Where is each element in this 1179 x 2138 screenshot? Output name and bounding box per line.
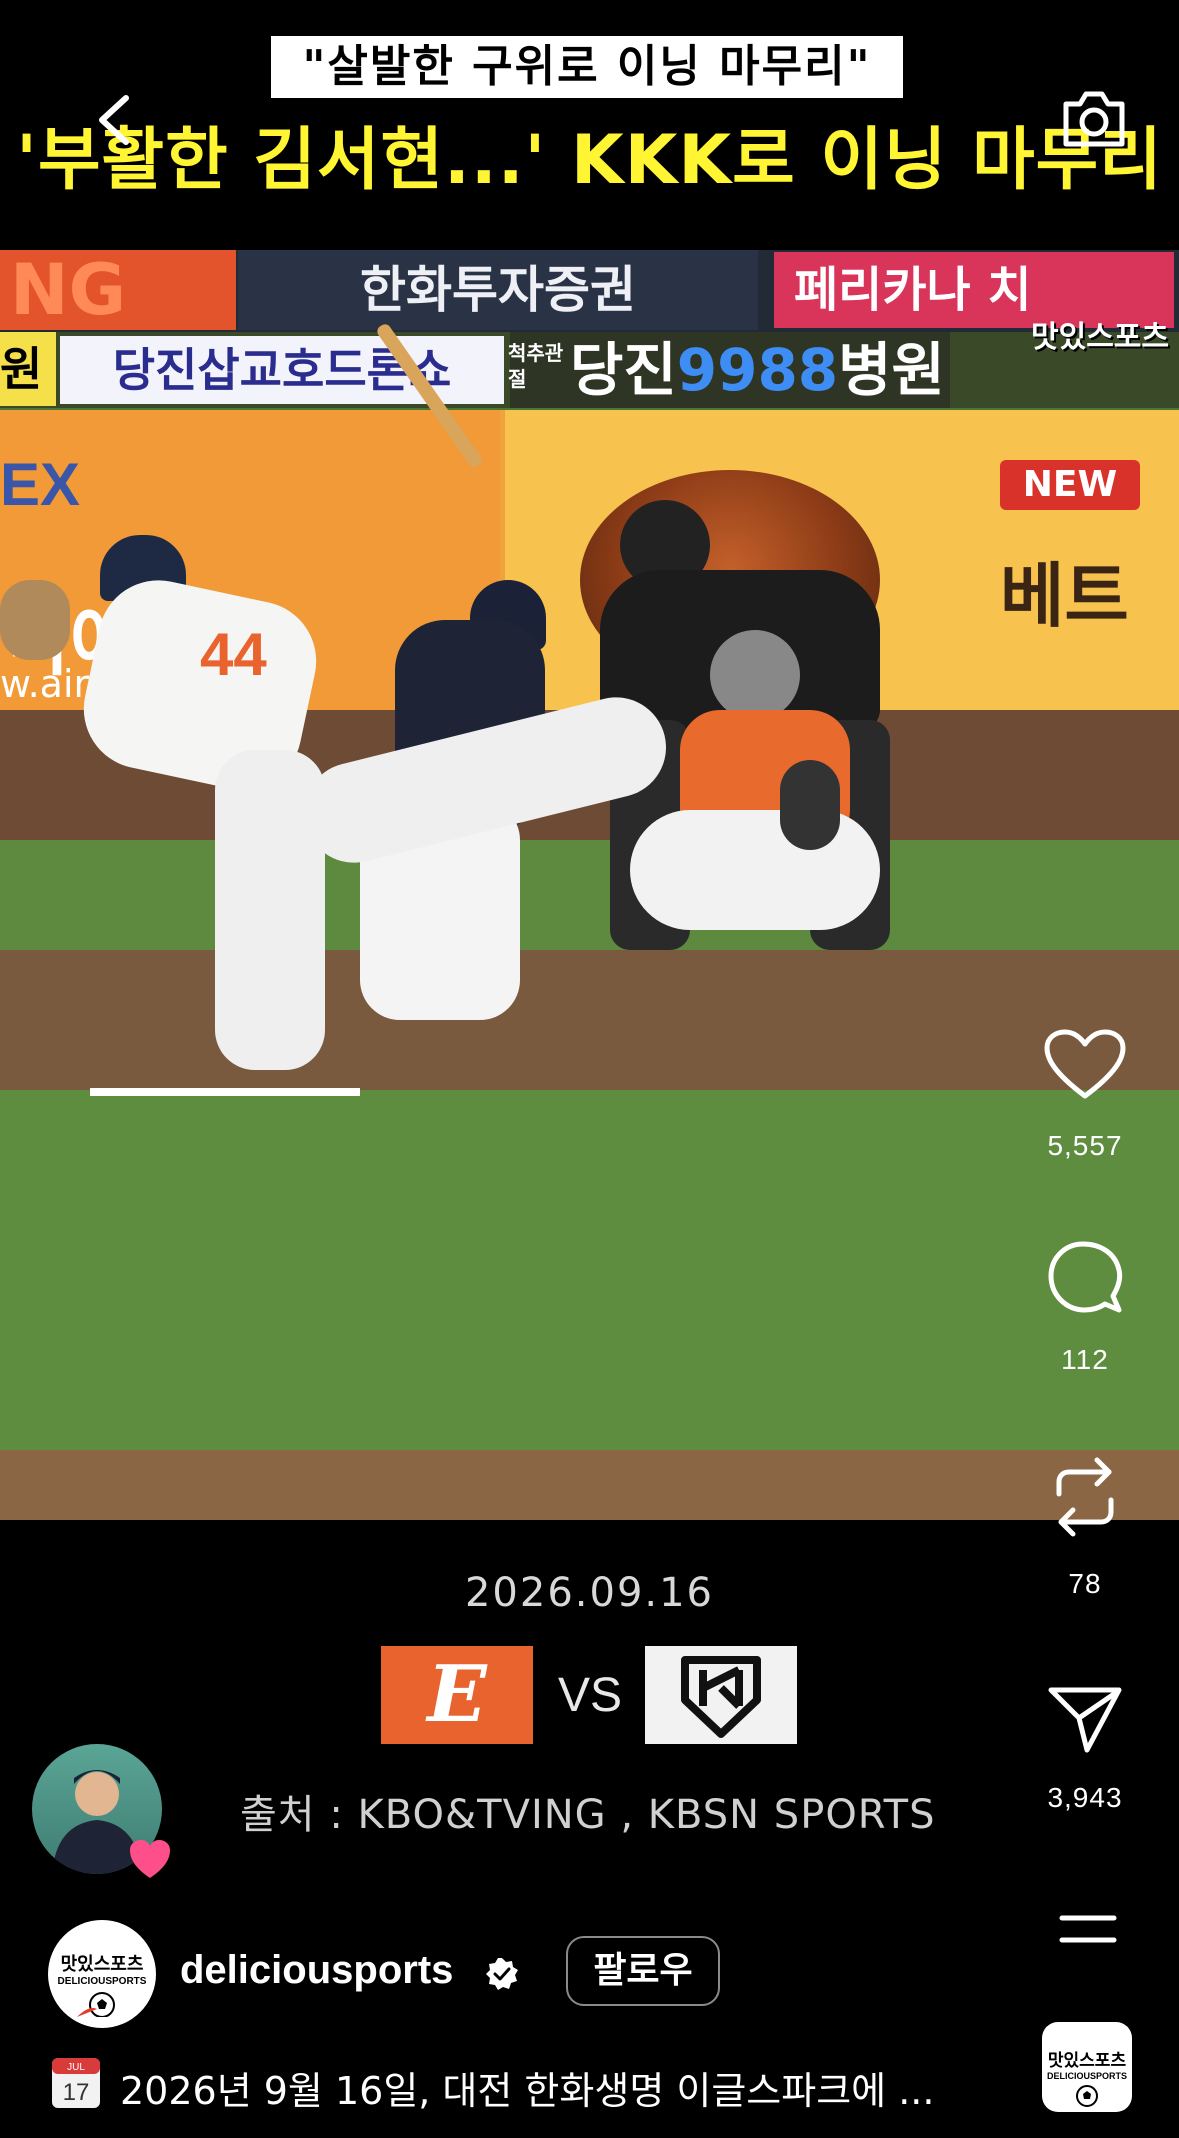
video-source-credit: 출처 : KBO&TVING , KBSN SPORTS: [240, 1792, 936, 1838]
stadium-banner-left: NG: [0, 250, 236, 330]
profile-picture-name: 맛있스포츠: [60, 1954, 144, 1975]
like-count: 5,557: [1047, 1130, 1123, 1161]
audio-thumbnail-name: 맛있스포츠: [1047, 2051, 1127, 2071]
soccer-ball-icon: [77, 1992, 115, 2018]
calendar-month: JUL: [67, 2062, 85, 2073]
video-subtitle: "살발한 구위로 이닝 마무리": [271, 36, 903, 98]
stadium-banner-center: 한화투자증권: [238, 250, 758, 330]
team-logo-right: [645, 1646, 797, 1744]
team-emblem-icon: [681, 1656, 761, 1738]
catcher-mask: [710, 630, 800, 720]
comment-icon: [1048, 1241, 1123, 1313]
profile-picture[interactable]: 맛있스포츠 DELICIOUSPORTS: [48, 1920, 156, 2028]
ad-left: 원: [0, 332, 56, 406]
wall-ad-logo: EX: [0, 451, 81, 518]
pitcher-number: 44: [200, 621, 267, 688]
profile-picture-subname: DELICIOUSPORTS: [57, 1976, 147, 1987]
pitching-rubber: [90, 1088, 360, 1096]
username[interactable]: deliciousports: [180, 1948, 453, 1993]
post-caption[interactable]: 2026년 9월 16일, 대전 한화생명 이글스파크에 ...: [120, 2060, 960, 2115]
repost-icon: [1056, 1457, 1114, 1537]
comment-button[interactable]: 112: [1030, 1240, 1140, 1376]
catcher-mitt: [780, 760, 840, 850]
chevron-left-icon: [99, 95, 129, 145]
team-logo-left: E: [381, 1646, 533, 1744]
pitcher-glove: [0, 580, 70, 660]
ad-hospital-prefix: 당진: [570, 336, 677, 404]
infield-dirt-front: [0, 950, 1179, 1090]
follow-button[interactable]: 팔로우: [566, 1936, 720, 2006]
share-count: 3,943: [1047, 1782, 1123, 1813]
like-button[interactable]: 5,557: [1030, 1028, 1140, 1162]
heart-icon: [1044, 1029, 1126, 1099]
more-menu-icon[interactable]: [1058, 1910, 1118, 1950]
camera-button[interactable]: [1060, 86, 1128, 150]
calendar-icon: JUL 17: [52, 2058, 100, 2108]
catcher-legs: [630, 810, 880, 930]
channel-watermark: 맛있스포츠: [1031, 320, 1169, 355]
ad-hospital-small: 척추관절: [508, 341, 564, 391]
soccer-ball-icon: [1076, 2085, 1098, 2107]
audio-thumbnail-subname: DELICIOUSPORTS: [1046, 2071, 1127, 2081]
comment-count: 112: [1061, 1344, 1109, 1375]
camera-icon: [1063, 91, 1125, 147]
video-headline: '부활한 김서현...' KKK로 이닝 마무리: [16, 121, 1163, 200]
versus-label: VS: [557, 1669, 623, 1722]
ad-hospital-suffix: 병원: [838, 336, 945, 404]
send-icon: [1048, 1687, 1122, 1753]
match-date: 2026.09.16: [464, 1570, 715, 1616]
pitchers-mound: [0, 1450, 1179, 1520]
wall-ad-new-badge: NEW: [1000, 460, 1140, 510]
video-player[interactable]: NG 한화투자증권 페리카나 치 원 당진삽교호드론쇼 당진9988병원 척추관…: [0, 250, 1179, 1520]
calendar-day: 17: [63, 2079, 90, 2106]
wall-ad-right-text: 베트: [1000, 555, 1129, 637]
heart-badge-icon: [130, 1840, 170, 1878]
back-button[interactable]: [92, 92, 138, 148]
ad-hospital: 당진9988병원: [510, 332, 950, 408]
verified-badge-icon: [486, 1958, 518, 1990]
audio-thumbnail[interactable]: 맛있스포츠 DELICIOUSPORTS: [1042, 2022, 1132, 2112]
share-button[interactable]: 3,943: [1030, 1684, 1140, 1814]
ad-hospital-number: 9988: [676, 336, 839, 404]
